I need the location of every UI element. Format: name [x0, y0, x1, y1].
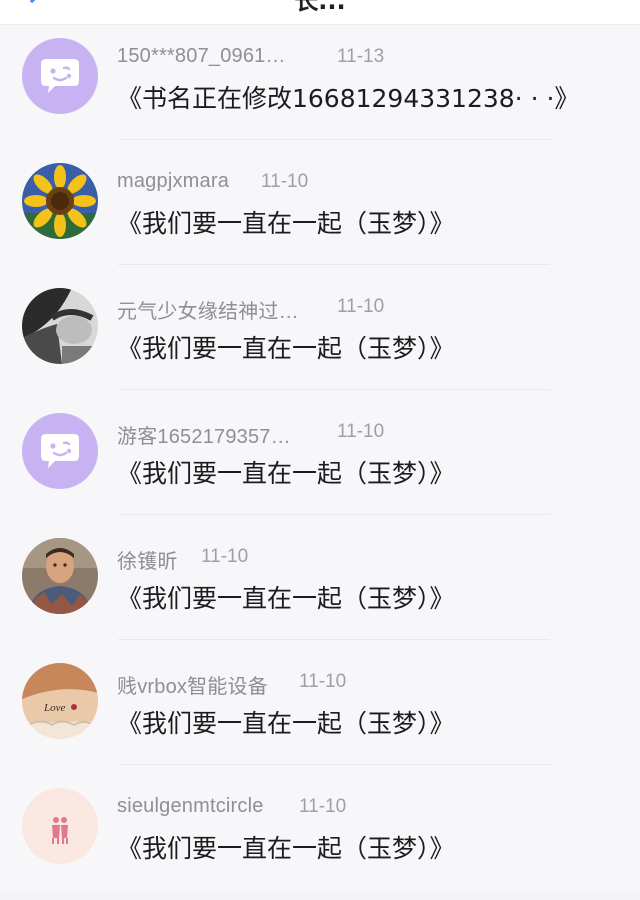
comment-content[interactable]: 《我们要一直在一起（玉梦）》	[117, 454, 455, 490]
comment-username[interactable]: 150***807_0961…	[117, 45, 286, 68]
divider	[118, 764, 550, 765]
comment-item[interactable]: sieulgenmtcircle 11-10 《我们要一直在一起（玉梦）》	[0, 775, 640, 900]
comment-list: 150***807_0961… 11-13 《书名正在修改16681294331…	[0, 25, 640, 893]
svg-text:Love: Love	[43, 702, 66, 714]
comment-username[interactable]: sieulgenmtcircle	[117, 795, 264, 818]
comment-item[interactable]: Love 贱vrbox智能设备 11-10 《我们要一直在一起（玉梦）》	[0, 650, 640, 775]
comment-username[interactable]: magpjxmara	[117, 170, 229, 193]
comment-time: 11-10	[261, 171, 309, 192]
comment-username[interactable]: 徐镬昕	[117, 545, 178, 574]
comment-time: 11-10	[299, 796, 347, 817]
pink-couple-avatar[interactable]	[22, 788, 98, 864]
comment-item[interactable]: magpjxmara 11-10 《我们要一直在一起（玉梦）》	[0, 150, 640, 275]
comment-time: 11-13	[337, 46, 385, 67]
comment-content[interactable]: 《我们要一直在一起（玉梦）》	[117, 579, 455, 615]
portrait-grey-avatar[interactable]	[22, 288, 98, 364]
default-chat-avatar-icon[interactable]	[22, 413, 98, 489]
comment-content[interactable]: 《我们要一直在一起（玉梦）》	[117, 704, 455, 740]
comment-username[interactable]: 元气少女缘结神过…	[117, 295, 299, 324]
comment-content[interactable]: 《书名正在修改16681294331238· · ·》	[117, 79, 579, 115]
divider	[118, 514, 550, 515]
divider	[118, 264, 550, 265]
comment-item[interactable]: 徐镬昕 11-10 《我们要一直在一起（玉梦）》	[0, 525, 640, 650]
divider	[118, 389, 550, 390]
comment-content[interactable]: 《我们要一直在一起（玉梦）》	[117, 204, 455, 240]
comment-item[interactable]: 游客1652179357… 11-10 《我们要一直在一起（玉梦）》	[0, 400, 640, 525]
comment-username[interactable]: 贱vrbox智能设备	[117, 670, 268, 699]
comment-content[interactable]: 《我们要一直在一起（玉梦）》	[117, 829, 455, 865]
tattoo-photo-avatar[interactable]: Love	[22, 663, 98, 739]
divider	[118, 139, 550, 140]
comment-time: 11-10	[337, 296, 385, 317]
comment-time: 11-10	[299, 671, 347, 692]
page-title: 长...	[294, 0, 346, 15]
comment-item[interactable]: 元气少女缘结神过… 11-10 《我们要一直在一起（玉梦）》	[0, 275, 640, 400]
sunflower-avatar[interactable]	[22, 163, 98, 239]
comment-content[interactable]: 《我们要一直在一起（玉梦）》	[117, 329, 455, 365]
man-photo-avatar[interactable]	[22, 538, 98, 614]
comment-username[interactable]: 游客1652179357…	[117, 420, 291, 449]
comment-item[interactable]: 150***807_0961… 11-13 《书名正在修改16681294331…	[0, 25, 640, 150]
divider	[118, 639, 550, 640]
default-chat-avatar-icon[interactable]	[22, 38, 98, 114]
comment-time: 11-10	[201, 546, 249, 567]
comment-time: 11-10	[337, 421, 385, 442]
top-navigation-bar: 长...	[0, 0, 640, 25]
